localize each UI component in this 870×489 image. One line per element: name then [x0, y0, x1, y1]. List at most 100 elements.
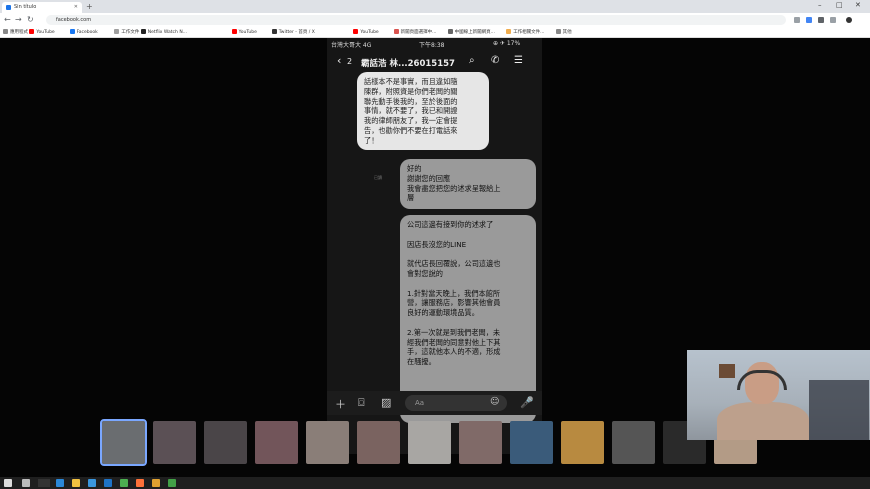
firefox-icon[interactable]: [136, 479, 144, 487]
bookmark-label: 工作文件: [121, 30, 140, 35]
read-receipt: 已讀: [374, 175, 382, 180]
edge-icon[interactable]: [56, 479, 64, 487]
message-line: 告，也勸你們不要在打電話來: [364, 125, 458, 135]
message-line: 2.第一次就是到我們老闆，未: [407, 327, 501, 337]
thumbnail-item[interactable]: [459, 421, 502, 464]
app-icon[interactable]: [168, 479, 176, 487]
message-line: 營，讓服務店，影響其他會員: [407, 298, 501, 308]
bookmark-item[interactable]: 應用程式: [3, 29, 28, 35]
browser-tabstrip: Sin título ✕ + – □ ✕: [0, 0, 870, 13]
extension-icon[interactable]: [806, 17, 812, 23]
bookmark-label: 其他: [562, 30, 572, 35]
thumbnail-item[interactable]: [612, 421, 655, 464]
camera-icon[interactable]: ⌼: [358, 396, 365, 410]
bookmark-item[interactable]: 工作相關文件...: [506, 29, 544, 35]
profile-avatar-icon[interactable]: [846, 17, 852, 23]
bookmark-item[interactable]: 其他: [555, 29, 572, 35]
plus-icon[interactable]: ＋: [335, 396, 346, 412]
thumbnail-item[interactable]: [510, 421, 553, 464]
message-line: 良好的運動環境品質。: [407, 308, 479, 318]
thumbnail-item[interactable]: [100, 419, 147, 466]
thumbnail-item[interactable]: [306, 421, 349, 464]
bookmark-item[interactable]: 新聞頁面選擇中...: [393, 29, 436, 35]
bookmark-item[interactable]: YouTube: [29, 29, 55, 35]
emoji-icon[interactable]: ☺: [490, 397, 499, 407]
back-chevron-icon[interactable]: ‹: [337, 54, 341, 67]
file-explorer-icon[interactable]: [72, 479, 80, 487]
taskbar-search-box[interactable]: [38, 479, 50, 487]
bookmark-label: 中國線上新聞網頁...: [454, 30, 495, 35]
message-line: 話樣本不是事實，而且違如隨: [364, 77, 458, 86]
message-line: 謝謝您的回應: [407, 173, 451, 183]
message-line: 層: [407, 193, 415, 203]
thumbnail-item[interactable]: [255, 421, 298, 464]
mail-icon[interactable]: [104, 479, 112, 487]
chat-title[interactable]: 霸話浩 林...26015157: [361, 57, 455, 69]
message-input-bar: ＋ ⌼ ▨ Aa ☺ 🎤: [327, 391, 542, 415]
forward-arrow-icon[interactable]: →: [15, 15, 22, 24]
message-line: 手，這就他本人的不適，形成: [407, 347, 501, 357]
bookmark-item[interactable]: 工作文件: [114, 29, 139, 35]
bookmark-item[interactable]: 中國線上新聞網頁...: [447, 29, 495, 35]
maximize-button[interactable]: □: [836, 1, 843, 9]
bookmark-favicon-icon: [3, 29, 8, 34]
clothing-rack: [809, 380, 869, 440]
bookmark-favicon-icon: [506, 29, 512, 34]
image-icon[interactable]: ▨: [381, 396, 391, 409]
browser-toolbar: ← → ↻ facebook.com: [0, 13, 870, 27]
message-line: 就代店長回覆說，公司這邊也: [407, 259, 501, 269]
close-window-button[interactable]: ✕: [855, 1, 861, 9]
bookmarks-bar: 應用程式 YouTube Facebook 工作文件 Netflix Watch N..…: [0, 27, 870, 38]
chrome-2-icon[interactable]: [152, 479, 160, 487]
message-line: 我會盡您把您的述求呈報給上: [407, 183, 501, 193]
bookmark-label: Facebook: [76, 30, 98, 35]
bookmark-favicon-icon: [271, 29, 277, 34]
thumbnail-item[interactable]: [153, 421, 196, 464]
message-line: 1.針對當天晚上，我們本館所: [407, 288, 501, 298]
search-icon[interactable]: ⌕: [469, 55, 475, 66]
sent-message[interactable]: 好的 謝謝您的回應 我會盡您把您的述求呈報給上層: [400, 159, 536, 209]
extension-icon[interactable]: [794, 17, 800, 23]
microphone-icon[interactable]: 🎤: [520, 396, 534, 409]
battery-text: ⊕ ✈ 17%: [493, 40, 521, 47]
bookmark-item[interactable]: YouTube: [353, 29, 379, 35]
bookmark-item[interactable]: YouTube: [231, 29, 257, 35]
bookmark-item[interactable]: Facebook: [69, 29, 98, 35]
received-message[interactable]: 話樣本不是事實，而且違如隨 陳群，附照資是你們老闆的關 聯先動手後我的，至於後面的事…: [357, 72, 489, 150]
message-line: [407, 279, 529, 289]
bookmark-label: 工作相關文件...: [513, 30, 545, 35]
menu-icon[interactable]: ☰: [514, 55, 523, 66]
headphones: [737, 370, 787, 390]
address-bar[interactable]: facebook.com: [46, 15, 786, 25]
tab-favicon-icon: [6, 5, 11, 10]
new-tab-button[interactable]: +: [86, 2, 93, 11]
phone-call-icon[interactable]: ✆: [491, 55, 499, 66]
bookmark-favicon-icon: [393, 29, 399, 34]
carrier-text: 台灣大哥大 4G: [331, 42, 372, 49]
start-icon[interactable]: [4, 479, 12, 487]
extension-icon[interactable]: [830, 17, 836, 23]
browser-tab[interactable]: Sin título ✕: [2, 2, 82, 13]
task-view-icon[interactable]: [22, 479, 30, 487]
thumbnail-item[interactable]: [204, 421, 247, 464]
bookmark-label: Twitter - 首頁 / X: [278, 30, 315, 35]
bookmark-label: 應用程式: [10, 30, 28, 35]
extension-icon[interactable]: [818, 17, 824, 23]
phone-status-bar: 台灣大哥大 4G 下午8:38 ⊕ ✈ 17%: [327, 38, 542, 50]
minimize-button[interactable]: –: [818, 1, 822, 9]
message-list: 話樣本不是事實，而且違如隨 陳群，附照資是你們老闆的關 聯先動手後我的，至於後面的事…: [327, 72, 542, 423]
bookmark-label: YouTube: [238, 30, 257, 35]
tab-close-icon[interactable]: ✕: [74, 4, 78, 10]
thumbnail-item[interactable]: [357, 421, 400, 464]
thumbnail-item[interactable]: [408, 421, 451, 464]
chrome-icon[interactable]: [120, 479, 128, 487]
back-arrow-icon[interactable]: ←: [4, 15, 11, 24]
tab-title: Sin título: [14, 4, 37, 10]
store-icon[interactable]: [88, 479, 96, 487]
windows-taskbar: [0, 477, 870, 489]
reload-icon[interactable]: ↻: [27, 15, 34, 24]
thumbnail-item[interactable]: [561, 421, 604, 464]
bookmark-item[interactable]: Twitter - 首頁 / X: [271, 29, 315, 35]
bookmark-favicon-icon: [140, 29, 146, 34]
bookmark-item[interactable]: Netflix Watch N...: [140, 29, 187, 35]
